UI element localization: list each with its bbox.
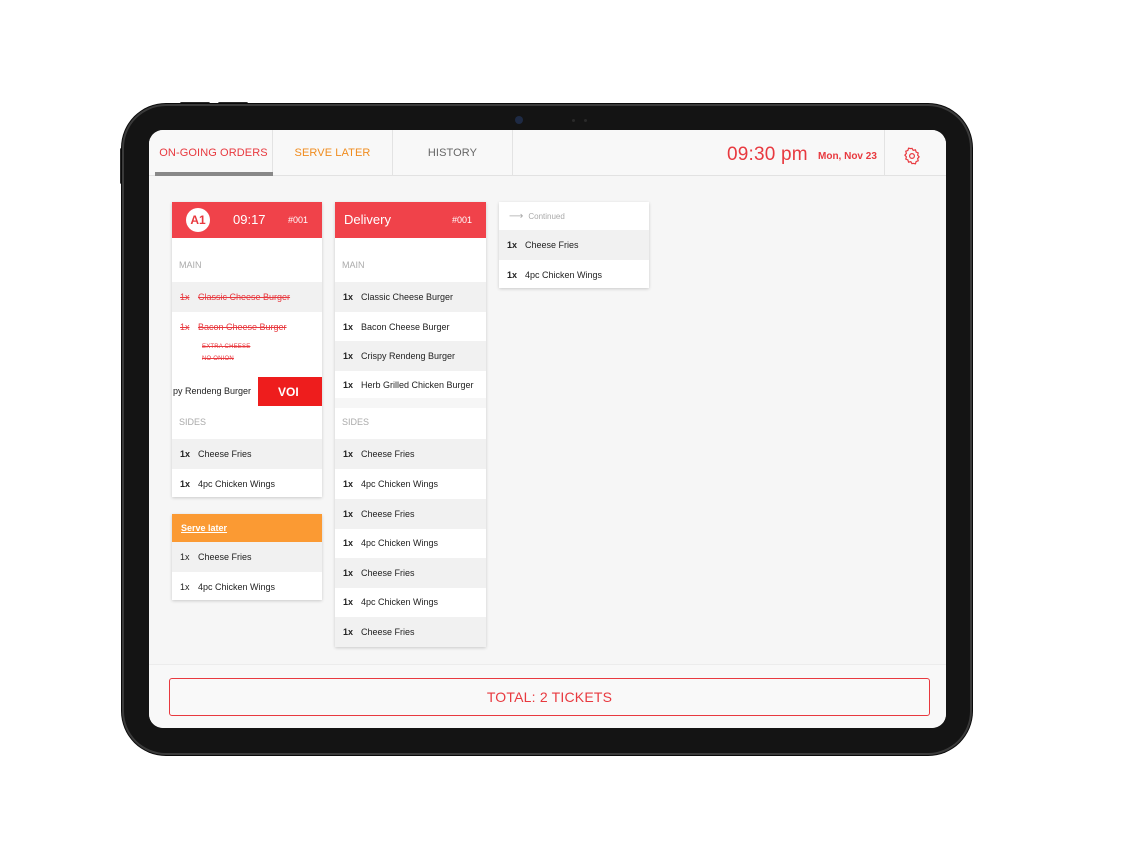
current-time: 09:30 pm bbox=[727, 144, 808, 165]
tab-ongoing-orders[interactable]: ON-GOING ORDERS bbox=[155, 130, 273, 176]
camera-icon bbox=[515, 116, 523, 124]
list-item[interactable]: 1x Cheese Fries bbox=[499, 230, 649, 260]
list-item[interactable]: 1x 4pc Chicken Wings bbox=[499, 260, 649, 290]
sensor-dot bbox=[584, 119, 587, 122]
list-item[interactable]: 1x Classic Cheese Burger bbox=[335, 282, 486, 312]
ticket-title: Delivery bbox=[344, 212, 391, 227]
continued-ticket[interactable]: ⟶ Continued 1x Cheese Fries 1x 4pc Chick… bbox=[499, 202, 649, 288]
list-item[interactable]: 1x Herb Grilled Chicken Burger bbox=[335, 370, 486, 400]
ticket-header: A1 09:17 #001 bbox=[172, 202, 322, 238]
ticket-number: #001 bbox=[287, 215, 308, 225]
list-item[interactable]: 1x Cheese Fries bbox=[172, 439, 322, 469]
ticket-divider bbox=[335, 398, 486, 408]
void-button[interactable]: VOI bbox=[258, 377, 322, 406]
serve-later-ticket[interactable]: Serve later 1x Cheese Fries 1x 4pc Chick… bbox=[172, 514, 322, 600]
list-item[interactable]: 1x Cheese Fries bbox=[335, 617, 486, 647]
list-item[interactable]: 1x 4pc Chicken Wings bbox=[172, 572, 322, 602]
swiped-item-row[interactable]: py Rendeng Burger VOI bbox=[172, 377, 322, 406]
serve-later-link[interactable]: Serve later bbox=[181, 523, 227, 533]
current-date: Mon, Nov 23 bbox=[818, 151, 877, 162]
item-modifier: EXTRA CHEESE bbox=[202, 344, 251, 350]
item-name: py Rendeng Burger bbox=[173, 386, 252, 396]
list-item[interactable]: 1x 4pc Chicken Wings bbox=[335, 528, 486, 558]
order-ticket-delivery[interactable]: Delivery #001 MAIN 1x Classic Cheese Bur… bbox=[335, 202, 486, 647]
tab-serve-later[interactable]: SERVE LATER bbox=[273, 130, 393, 176]
table-badge: A1 bbox=[186, 208, 210, 232]
list-item[interactable]: 1x Bacon Cheese Burger bbox=[335, 312, 486, 342]
list-item[interactable]: 1x 4pc Chicken Wings bbox=[172, 469, 322, 499]
list-item[interactable]: 1x Bacon Cheese Burger bbox=[172, 312, 322, 342]
section-label-main: MAIN bbox=[342, 260, 365, 270]
top-bar: ON-GOING ORDERS SERVE LATER HISTORY 09:3… bbox=[149, 130, 946, 176]
gear-icon[interactable] bbox=[903, 147, 921, 165]
sensor-dot bbox=[572, 119, 575, 122]
list-item[interactable]: 1x Cheese Fries bbox=[172, 542, 322, 572]
list-item[interactable]: 1x Crispy Rendeng Burger bbox=[335, 341, 486, 371]
list-item[interactable]: 1x Cheese Fries bbox=[335, 558, 486, 588]
section-label-sides: SIDES bbox=[179, 417, 207, 427]
ticket-number: #001 bbox=[451, 215, 472, 225]
ticket-header: Delivery #001 bbox=[335, 202, 486, 238]
section-label-sides: SIDES bbox=[342, 417, 370, 427]
arrow-right-icon: ⟶ bbox=[509, 210, 524, 222]
list-item[interactable]: 1x 4pc Chicken Wings bbox=[335, 469, 486, 499]
header-divider bbox=[884, 130, 885, 176]
order-ticket-a1[interactable]: A1 09:17 #001 MAIN 1x Classic Cheese Bur… bbox=[172, 202, 322, 497]
app-screen: ON-GOING ORDERS SERVE LATER HISTORY 09:3… bbox=[149, 130, 946, 728]
item-modifier: NO ONION bbox=[202, 356, 234, 362]
continued-label: Continued bbox=[528, 211, 565, 221]
continued-header: ⟶ Continued bbox=[499, 202, 649, 230]
tab-history[interactable]: HISTORY bbox=[393, 130, 513, 176]
list-item[interactable]: 1x Cheese Fries bbox=[335, 499, 486, 529]
list-item[interactable]: 1x Cheese Fries bbox=[335, 439, 486, 469]
serve-later-header: Serve later bbox=[172, 514, 322, 542]
footer-bar: TOTAL: 2 TICKETS bbox=[149, 664, 946, 728]
list-item[interactable]: 1x 4pc Chicken Wings bbox=[335, 587, 486, 617]
total-tickets-button[interactable]: TOTAL: 2 TICKETS bbox=[169, 678, 930, 716]
list-item[interactable]: 1x Classic Cheese Burger bbox=[172, 282, 322, 312]
ticket-time: 09:17 bbox=[233, 212, 266, 227]
section-label-main: MAIN bbox=[179, 260, 202, 270]
